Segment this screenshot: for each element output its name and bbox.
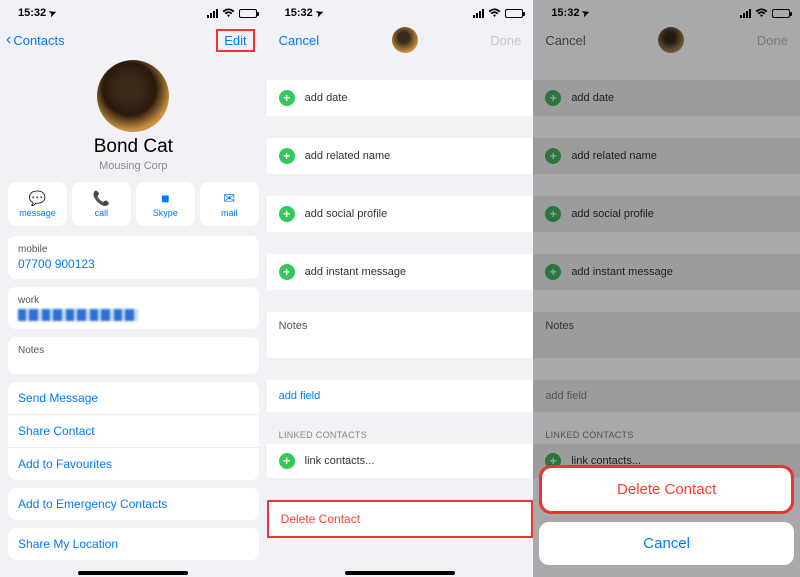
avatar[interactable] xyxy=(392,27,418,53)
mail-button[interactable]: ✉ mail xyxy=(200,182,259,226)
delete-contact-button[interactable]: Delete Contact xyxy=(267,500,534,538)
cancel-button[interactable]: Cancel xyxy=(279,33,319,48)
notes-label: Notes xyxy=(279,320,308,332)
status-bar: 15:32 ➤ xyxy=(267,0,534,22)
plus-icon: + xyxy=(279,206,295,222)
message-label: message xyxy=(19,208,56,218)
action-row: 💬 message 📞 call ■ Skype ✉ mail xyxy=(0,182,267,226)
add-related-label: add related name xyxy=(305,150,391,162)
battery-icon xyxy=(239,9,257,18)
add-social-label: add social profile xyxy=(305,208,388,220)
mail-label: mail xyxy=(221,208,238,218)
edit-contact-screen: 15:32 ➤ Cancel Done + add date + add rel… xyxy=(267,0,534,577)
linked-contacts-header: LINKED CONTACTS xyxy=(267,430,534,444)
add-im-row[interactable]: + add instant message xyxy=(267,254,534,290)
notes-label: Notes xyxy=(18,345,249,356)
wifi-icon xyxy=(488,8,501,18)
home-indicator[interactable] xyxy=(345,571,455,575)
work-value-blurred xyxy=(18,309,138,321)
add-im-label: add instant message xyxy=(305,266,407,278)
avatar[interactable] xyxy=(97,60,169,132)
video-label: Skype xyxy=(153,208,178,218)
back-button[interactable]: ‹ Contacts xyxy=(6,31,65,49)
mobile-value: 07700 900123 xyxy=(18,257,249,271)
mail-icon: ✉ xyxy=(223,190,235,206)
plus-icon: + xyxy=(279,453,295,469)
location-icon: ➤ xyxy=(314,7,325,20)
add-field-button[interactable]: add field xyxy=(267,380,534,412)
sheet-delete-contact[interactable]: Delete Contact xyxy=(542,468,791,511)
video-button[interactable]: ■ Skype xyxy=(136,182,195,226)
message-button[interactable]: 💬 message xyxy=(8,182,67,226)
home-indicator[interactable] xyxy=(78,571,188,575)
status-bar: 15:32 ➤ xyxy=(0,0,267,22)
mobile-card[interactable]: mobile 07700 900123 xyxy=(8,236,259,279)
status-time: 15:32 xyxy=(285,7,313,19)
wifi-icon xyxy=(222,8,235,18)
link-contacts-row[interactable]: + link contacts... xyxy=(267,444,534,478)
actions-list-2: Add to Emergency Contacts xyxy=(8,488,259,520)
done-button[interactable]: Done xyxy=(490,33,521,48)
actions-list-3: Share My Location xyxy=(8,528,259,560)
status-time: 15:32 xyxy=(18,7,46,19)
chevron-left-icon: ‹ xyxy=(6,31,11,49)
mobile-label: mobile xyxy=(18,244,249,255)
signal-icon xyxy=(207,9,218,18)
contact-name: Bond Cat xyxy=(0,136,267,158)
nav-bar: Cancel Done xyxy=(267,22,534,58)
call-label: call xyxy=(95,208,109,218)
link-contacts-label: link contacts... xyxy=(305,455,375,467)
work-card[interactable]: work xyxy=(8,287,259,329)
phone-icon: 📞 xyxy=(93,190,110,206)
nav-bar: ‹ Contacts Edit xyxy=(0,22,267,58)
add-related-row[interactable]: + add related name xyxy=(267,138,534,174)
battery-icon xyxy=(505,9,523,18)
contact-view-screen: 15:32 ➤ ‹ Contacts Edit Bond Cat Mousing… xyxy=(0,0,267,577)
sheet-cancel[interactable]: Cancel xyxy=(539,522,794,565)
signal-icon xyxy=(473,9,484,18)
share-contact-link[interactable]: Share Contact xyxy=(8,415,259,448)
location-icon: ➤ xyxy=(47,7,58,20)
contact-company: Mousing Corp xyxy=(0,160,267,172)
delete-confirm-screen: 15:32 ➤ Cancel Done + add date xyxy=(533,0,800,577)
call-button[interactable]: 📞 call xyxy=(72,182,131,226)
plus-icon: + xyxy=(279,264,295,280)
add-date-label: add date xyxy=(305,92,348,104)
notes-field[interactable]: Notes xyxy=(267,312,534,358)
back-label: Contacts xyxy=(13,33,64,48)
send-message-link[interactable]: Send Message xyxy=(8,382,259,415)
add-date-row[interactable]: + add date xyxy=(267,80,534,116)
notes-card[interactable]: Notes xyxy=(8,337,259,374)
share-location-link[interactable]: Share My Location xyxy=(8,528,259,560)
add-favourites-link[interactable]: Add to Favourites xyxy=(8,448,259,480)
plus-icon: + xyxy=(279,90,295,106)
edit-button[interactable]: Edit xyxy=(216,29,254,52)
action-sheet: Delete Contact Cancel xyxy=(533,465,800,577)
actions-list-1: Send Message Share Contact Add to Favour… xyxy=(8,382,259,480)
add-emergency-link[interactable]: Add to Emergency Contacts xyxy=(8,488,259,520)
plus-icon: + xyxy=(279,148,295,164)
add-social-row[interactable]: + add social profile xyxy=(267,196,534,232)
video-icon: ■ xyxy=(161,190,169,206)
work-label: work xyxy=(18,295,249,306)
message-icon: 💬 xyxy=(29,190,46,206)
